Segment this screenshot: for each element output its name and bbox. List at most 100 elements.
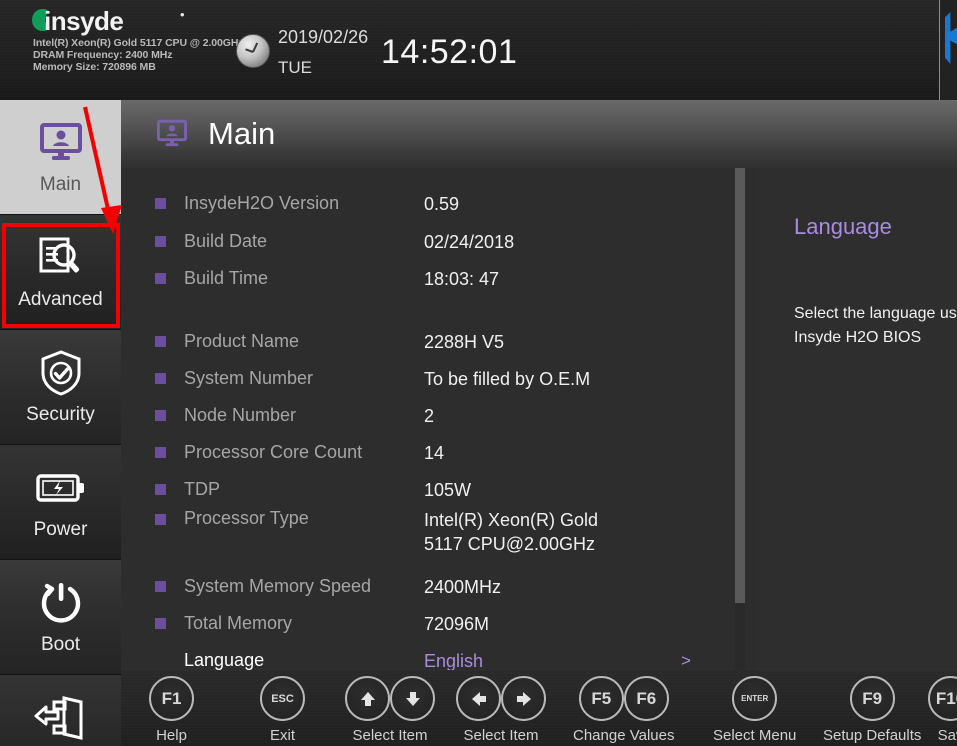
setting-value: 2400MHz: [424, 576, 502, 597]
setting-value: Intel(R) Xeon(R) Gold 5117 CPU@2.00GHz: [424, 510, 599, 554]
hotkey-change-values[interactable]: F5 F6 Change Values: [573, 676, 674, 744]
arrow-down-icon[interactable]: [390, 676, 435, 721]
setting-label: System Number: [184, 368, 314, 388]
hotkey-label: Exit: [269, 727, 295, 744]
sidebar-item-label: Advanced: [18, 288, 103, 310]
hotkey-label: Help: [156, 727, 187, 744]
content-scrollbar[interactable]: [735, 168, 745, 746]
key-f9[interactable]: F9: [849, 676, 895, 721]
shield-check-icon: [33, 349, 89, 397]
setting-value: 18:03: 47: [424, 268, 500, 289]
hotkey-select-item-horizontal[interactable]: Select Item: [456, 676, 546, 744]
key-enter[interactable]: ENTER: [732, 676, 778, 721]
bullet-icon: [155, 273, 166, 284]
help-body: Select the language used by the Insyde H…: [794, 305, 957, 346]
setting-label: Language: [184, 650, 265, 670]
scrollbar-thumb[interactable]: [735, 168, 745, 603]
hotkey-label: Change Values: [573, 727, 675, 744]
key-f10[interactable]: F10: [928, 676, 957, 721]
setting-row-build-time[interactable]: Build Time 18:03: 47: [121, 260, 735, 297]
setting-label: Processor Type: [184, 508, 309, 528]
sidebar-item-security[interactable]: Security: [0, 330, 121, 445]
battery-bolt-icon: [33, 464, 89, 512]
setting-row-system-number[interactable]: System Number To be filled by O.E.M: [121, 360, 735, 397]
arrow-left-icon[interactable]: [456, 676, 501, 721]
page-title: Main: [208, 116, 276, 151]
setting-row-tdp[interactable]: TDP 105W: [121, 471, 735, 508]
bullet-icon: [155, 373, 166, 384]
sidebar-item-exit[interactable]: Exit: [0, 675, 121, 746]
arrow-right-icon[interactable]: [501, 676, 546, 721]
date-text: 2019/02/26: [278, 27, 369, 47]
hotkey-save-and-exit[interactable]: F10 Sav: [928, 676, 957, 744]
setting-label: System Memory Speed: [184, 576, 372, 596]
exit-door-icon: [33, 694, 89, 742]
arrow-up-icon[interactable]: [345, 676, 390, 721]
setting-label: Product Name: [184, 331, 300, 351]
key-f1[interactable]: F1: [149, 676, 194, 721]
insyde-logo: insyde •: [32, 6, 242, 36]
vendor-edge-strip: [939, 0, 957, 100]
setting-row-insydeh2o-version[interactable]: InsydeH2O Version 0.59: [121, 185, 735, 222]
sidebar-nav: Main Advanced Security Power Boot: [0, 100, 121, 746]
hotkey-exit[interactable]: ESC Exit: [260, 676, 305, 744]
setting-label: Build Date: [184, 231, 268, 251]
key-f5[interactable]: F5: [578, 676, 624, 721]
monitor-user-icon: [154, 119, 190, 149]
hotkey-label: Select Item: [463, 727, 539, 744]
hotkey-select-item-vertical[interactable]: Select Item: [345, 676, 435, 744]
weekday-text: TUE: [278, 58, 312, 77]
setting-value: 72096M: [424, 613, 490, 634]
setting-row-build-date[interactable]: Build Date 02/24/2018: [121, 223, 735, 260]
key-f6[interactable]: F6: [623, 676, 669, 721]
hotkey-label: Select Menu: [713, 727, 797, 744]
time-text: 14:52:01: [381, 33, 518, 71]
setting-value: 105W: [424, 479, 472, 500]
registered-mark: •: [180, 7, 185, 22]
chevron-right-icon[interactable]: >: [681, 651, 691, 671]
setting-value: 0.59: [424, 193, 460, 214]
setting-label: Total Memory: [184, 613, 293, 633]
sidebar-item-label: Main: [39, 173, 82, 195]
page-header: Main: [121, 100, 957, 168]
brand-block: insyde • Intel(R) Xeon(R) Gold 5117 CPU …: [32, 6, 244, 73]
sidebar-item-boot[interactable]: Boot: [0, 560, 121, 675]
key-esc[interactable]: ESC: [260, 676, 305, 721]
setting-row-processor-type[interactable]: Processor Type Intel(R) Xeon(R) Gold 511…: [121, 508, 735, 560]
sidebar-item-advanced[interactable]: Advanced: [0, 215, 121, 330]
brand-name: insyde: [44, 6, 124, 36]
bullet-icon: [155, 236, 166, 247]
setting-value: 14: [424, 442, 445, 463]
vendor-logo-icon: [945, 12, 957, 64]
hotkey-select-menu[interactable]: ENTER Select Menu: [713, 676, 796, 744]
power-icon: [33, 579, 89, 627]
setting-row-product-name[interactable]: Product Name 2288H V5: [121, 323, 735, 360]
setting-label: TDP: [184, 479, 220, 499]
hotkey-label: Sav: [937, 727, 957, 744]
setting-row-processor-core-count[interactable]: Processor Core Count 14: [121, 434, 735, 471]
sidebar-item-label: Boot: [40, 633, 81, 655]
footer-hotkey-bar: F1 Help ESC Exit Select Item Select Item…: [121, 670, 957, 746]
setting-row-total-memory[interactable]: Total Memory 72096M: [121, 605, 735, 642]
setting-value: 02/24/2018: [424, 231, 515, 252]
setting-row-system-memory-speed[interactable]: System Memory Speed 2400MHz: [121, 568, 735, 605]
hotkey-help[interactable]: F1 Help: [149, 676, 194, 744]
bullet-icon: [155, 336, 166, 347]
bullet-icon: [155, 484, 166, 495]
hotkey-setup-defaults[interactable]: F9 Setup Defaults: [823, 676, 921, 744]
sidebar-item-power-settings[interactable]: Power: [0, 445, 121, 560]
setting-value: 2: [424, 405, 435, 426]
sidebar-item-main[interactable]: Main: [0, 100, 121, 215]
setting-row-node-number[interactable]: Node Number 2: [121, 397, 735, 434]
setting-label: Build Time: [184, 268, 269, 288]
setting-label: Processor Core Count: [184, 442, 363, 462]
bullet-icon: [155, 655, 166, 666]
settings-list: InsydeH2O Version 0.59 Build Date 02/24/…: [121, 168, 735, 746]
bios-setup-screen: insyde • Intel(R) Xeon(R) Gold 5117 CPU …: [0, 0, 957, 746]
setting-value: English: [424, 650, 484, 671]
sidebar-item-label: Security: [26, 403, 95, 425]
system-info-text: Intel(R) Xeon(R) Gold 5117 CPU @ 2.00GHz…: [33, 37, 244, 73]
hotkey-label: Select Item: [352, 727, 428, 744]
setting-value: 2288H V5: [424, 331, 505, 352]
document-search-icon: [33, 234, 89, 282]
